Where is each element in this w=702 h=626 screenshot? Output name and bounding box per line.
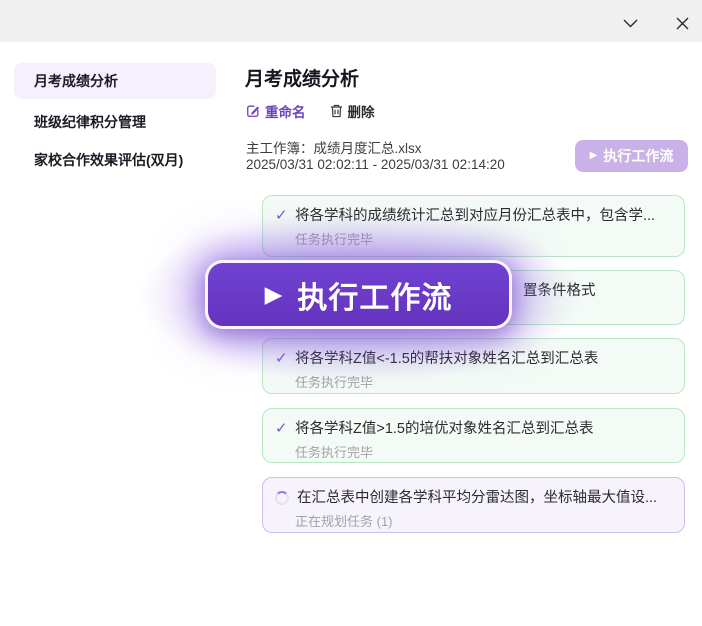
time-range: 2025/03/31 02:02:11 - 2025/03/31 02:14:2… (246, 157, 505, 172)
collapse-button[interactable] (615, 8, 645, 38)
run-workflow-small-label: 执行工作流 (603, 146, 673, 166)
task-status: 正在规划任务 (1) (295, 511, 672, 530)
run-workflow-overlay-button[interactable]: ▶ 执行工作流 (205, 260, 512, 329)
sidebar-item-home-school-evaluation[interactable]: 家校合作效果评估(双月) (14, 142, 216, 178)
close-icon (676, 17, 689, 30)
task-card-5[interactable]: 在汇总表中创建各学科平均分雷达图，坐标轴最大值设... 正在规划任务 (1) (262, 477, 685, 533)
chevron-down-icon (623, 19, 638, 28)
task-card-4[interactable]: ✓ 将各学科Z值>1.5的培优对象姓名汇总到汇总表 任务执行完毕 (262, 408, 685, 463)
close-button[interactable] (667, 8, 697, 38)
play-icon: ▶ (265, 283, 283, 306)
delete-button[interactable]: 删除 (330, 101, 375, 121)
check-icon: ✓ (275, 420, 295, 438)
edit-icon (246, 104, 260, 118)
task-card-1[interactable]: ✓ 将各学科的成绩统计汇总到对应月份汇总表中，包含学... 任务执行完毕 (262, 195, 685, 257)
task-card-3[interactable]: ✓ 将各学科Z值<-1.5的帮扶对象姓名汇总到汇总表 任务执行完毕 (262, 338, 685, 394)
play-icon: ▶ (590, 151, 598, 161)
task-status: 任务执行完毕 (295, 229, 672, 248)
task-text: 将各学科Z值>1.5的培优对象姓名汇总到汇总表 (295, 420, 593, 438)
spinner-icon (275, 491, 289, 505)
rename-button[interactable]: 重命名 (246, 101, 306, 121)
task-status: 任务执行完毕 (295, 372, 672, 391)
run-workflow-button-small[interactable]: ▶ 执行工作流 (575, 140, 688, 172)
task-text: 在汇总表中创建各学科平均分雷达图，坐标轴最大值设... (297, 489, 657, 507)
trash-icon (330, 104, 343, 118)
sidebar-item-monthly-exam-analysis[interactable]: 月考成绩分析 (14, 63, 216, 99)
rename-label: 重命名 (265, 101, 306, 121)
sidebar-item-class-discipline-points[interactable]: 班级纪律积分管理 (14, 104, 216, 140)
task-text: 将各学科Z值<-1.5的帮扶对象姓名汇总到汇总表 (295, 350, 598, 368)
task-text: 将各学科的成绩统计汇总到对应月份汇总表中，包含学... (295, 207, 655, 225)
task-status: 任务执行完毕 (295, 442, 672, 461)
workbook-info: 主工作簿：成绩月度汇总.xlsx (246, 137, 422, 157)
delete-label: 删除 (348, 101, 375, 121)
run-workflow-overlay-label: 执行工作流 (297, 273, 452, 317)
check-icon: ✓ (275, 207, 295, 225)
check-icon: ✓ (275, 350, 295, 368)
titlebar (0, 0, 702, 42)
action-bar: 重命名 删除 (246, 101, 375, 121)
task-text: 置条件格式 (523, 282, 596, 300)
page-title: 月考成绩分析 (245, 64, 359, 91)
workflow-panel-window: 月考成绩分析 班级纪律积分管理 家校合作效果评估(双月) 月考成绩分析 重命名 … (0, 0, 702, 626)
